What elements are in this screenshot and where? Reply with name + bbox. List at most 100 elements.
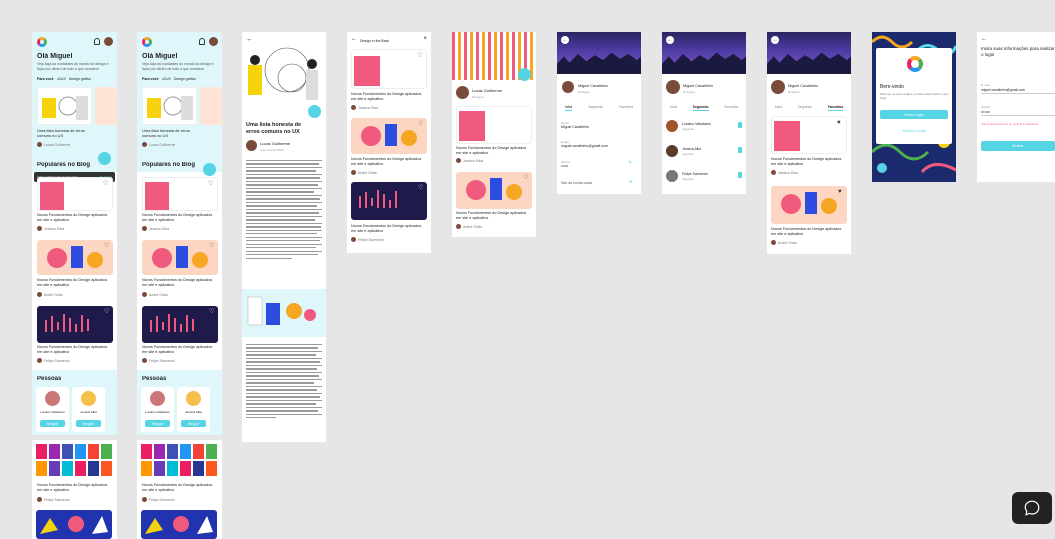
profile-fav-image-1[interactable]: ♥ (771, 116, 847, 154)
bottom-post-title[interactable]: Novos Fundamentos do Design aplicados em… (37, 483, 113, 495)
name-value[interactable]: Miguel Cavalheiro (561, 124, 589, 130)
article-screen-frame[interactable]: ← Uma lista honesta de erros comuns no U… (242, 32, 326, 442)
tab-following[interactable]: Seguindo (692, 104, 709, 111)
chip-uiux[interactable]: UI/UX (57, 76, 66, 82)
password-input[interactable]: •••••••• (981, 109, 1055, 116)
post-image-2[interactable]: ♡ (37, 240, 113, 275)
fav-post-title-1[interactable]: Novos Fundamentos do Design aplicados em… (351, 92, 427, 104)
profile-post-image-2[interactable]: ♡ (456, 172, 532, 209)
close-icon[interactable]: × (423, 36, 427, 43)
featured-title[interactable]: Uma lista honesta de erros comuns no UX (37, 128, 92, 140)
post-image-2[interactable]: ♡ (142, 240, 218, 275)
post-title-3[interactable]: Novos Fundamentos do Design aplicados em… (37, 345, 113, 357)
tab-infos[interactable]: Infos (670, 104, 678, 111)
chat-button[interactable] (1012, 492, 1052, 524)
profile-fav-image-2[interactable]: ♥ (771, 186, 847, 224)
profile-fav-title-2[interactable]: Novos Fundamentos do Design aplicados em… (771, 227, 847, 239)
heart-icon[interactable]: ♡ (208, 181, 214, 187)
bottom-post-image[interactable] (36, 510, 112, 539)
back-arrow-icon[interactable]: ← (351, 36, 357, 43)
bell-icon[interactable] (94, 38, 100, 45)
welcome-screen-frame[interactable]: Bem-vindo Para ver os seus artigos, é ma… (872, 32, 956, 182)
post-image-1[interactable]: ♡ (142, 177, 218, 211)
featured-image[interactable] (142, 87, 197, 125)
fav-post-image-1[interactable]: ♡ (351, 49, 427, 89)
follow-button[interactable]: Seguir (40, 420, 65, 427)
post-title-1[interactable]: Novos Fundamentos do Design aplicados em… (142, 213, 218, 225)
fav-post-image-2[interactable]: ♡ (351, 118, 427, 154)
post-image-3[interactable]: ♡ (142, 306, 218, 343)
home-lower-frame[interactable]: Novos Fundamentos do Design aplicados em… (32, 440, 117, 539)
chip-uiux[interactable]: UI/UX (162, 76, 171, 82)
follow-button[interactable]: Seguir (76, 420, 101, 427)
home-screen-frame-2[interactable]: Olá Miguel Veja aqui as novidades do mun… (137, 32, 222, 435)
tab-favorites[interactable]: Favoritos (827, 104, 844, 111)
profile-favorites-frame[interactable]: ← Miguel Cavalheiro Designer Infos Segui… (767, 32, 851, 254)
author-profile-frame[interactable]: Lucas Guilherme Designer Novos Fundament… (452, 32, 536, 237)
bell-icon[interactable] (199, 38, 205, 45)
home-lower-frame-2[interactable]: Novos Fundamentos do Design aplicados em… (137, 440, 222, 539)
back-arrow-icon[interactable]: ← (981, 36, 987, 43)
featured-image[interactable] (37, 87, 92, 125)
fav-post-image-3[interactable]: ♡ (351, 182, 427, 220)
logout-icon[interactable]: ⇥ (628, 179, 632, 185)
chip-for-you[interactable]: Para você (142, 76, 159, 82)
trash-icon[interactable] (738, 122, 742, 128)
post-title-2[interactable]: Novos Fundamentos do Design aplicados em… (142, 278, 218, 290)
profile-post-title-1[interactable]: Novos Fundamentos do Design aplicados em… (456, 146, 532, 158)
heart-icon[interactable]: ♡ (104, 243, 110, 249)
profile-avatar[interactable] (561, 80, 575, 94)
profile-info-frame[interactable]: ← Miguel Cavalheiro Designer Infos Segui… (557, 32, 641, 194)
post-title-3[interactable]: Novos Fundamentos do Design aplicados em… (142, 345, 218, 357)
share-fab[interactable] (308, 105, 321, 118)
password-value[interactable]: •••••• (561, 163, 568, 169)
profile-avatar[interactable] (666, 80, 680, 94)
user-avatar[interactable] (104, 37, 113, 46)
share-fab[interactable] (518, 68, 531, 81)
share-fab[interactable] (203, 163, 216, 176)
heart-icon[interactable]: ♥ (838, 189, 844, 195)
email-input[interactable]: miguel.cavalheiro@gmail.com (981, 87, 1055, 94)
logout-link[interactable]: Sair da minha conta (561, 180, 592, 186)
profile-post-title-2[interactable]: Novos Fundamentos do Design aplicados em… (456, 211, 532, 223)
heart-icon[interactable]: ♡ (209, 243, 215, 249)
follow-button[interactable]: Seguir (145, 420, 170, 427)
bottom-post-title[interactable]: Novos Fundamentos do Design aplicados em… (142, 483, 218, 495)
person-card-2[interactable]: Jessica Alba Seguir (72, 387, 105, 432)
back-arrow-icon[interactable]: ← (561, 36, 569, 44)
trash-icon[interactable] (738, 172, 742, 178)
tab-infos[interactable]: Infos (564, 104, 573, 111)
profile-fav-title-1[interactable]: Novos Fundamentos do Design aplicados em… (771, 157, 847, 169)
tab-following[interactable]: Seguindo (798, 104, 813, 111)
post-title-1[interactable]: Novos Fundamentos do Design aplicados em… (37, 213, 113, 225)
person-card-2[interactable]: Jessica Alba Seguir (177, 387, 210, 432)
heart-icon[interactable]: ♡ (418, 121, 424, 127)
submit-button[interactable]: Entrar (981, 141, 1055, 151)
heart-icon[interactable]: ♡ (417, 53, 423, 59)
heart-icon[interactable]: ♡ (418, 185, 424, 191)
post-image-3[interactable]: ♡ (37, 306, 113, 343)
chip-for-you[interactable]: Para você (37, 76, 54, 82)
person-card-1[interactable]: Luciano Valadares Seguir (36, 387, 69, 432)
chip-graphic[interactable]: Design gráfico (174, 76, 196, 82)
profile-post-image-1[interactable] (456, 106, 532, 144)
have-account-link[interactable]: Já tenho conta (880, 128, 948, 134)
tab-favorites[interactable]: Favoritos (724, 104, 738, 111)
email-value[interactable]: miguel.cavalheiro@gmail.com (561, 143, 608, 149)
post-title-2[interactable]: Novos Fundamentos do Design aplicados em… (37, 278, 113, 290)
fav-post-title-3[interactable]: Novos Fundamentos do Design aplicados em… (351, 224, 427, 236)
person-card-1[interactable]: Luciano Valadares Seguir (141, 387, 174, 432)
featured-title[interactable]: Uma lista honesta de erros comuns no UX (142, 128, 197, 140)
fav-post-title-2[interactable]: Novos Fundamentos do Design aplicados em… (351, 157, 427, 169)
back-arrow-icon[interactable]: ← (666, 36, 674, 44)
login-screen-frame[interactable]: ← Insira suas informações para realizar … (977, 32, 1055, 182)
follow-button[interactable]: Seguir (181, 420, 206, 427)
bottom-post-image[interactable] (141, 510, 217, 539)
following-row-1[interactable]: Luciano Valadares Seguindo (666, 119, 742, 133)
profile-avatar[interactable] (771, 80, 785, 94)
heart-icon[interactable]: ♡ (523, 175, 529, 181)
following-row-2[interactable]: Jessica Alba Seguindo (666, 144, 742, 158)
tab-infos[interactable]: Infos (775, 104, 783, 111)
following-row-3[interactable]: Felipe Sarmento Seguindo (666, 169, 742, 183)
heart-icon[interactable]: ♥ (837, 120, 843, 126)
